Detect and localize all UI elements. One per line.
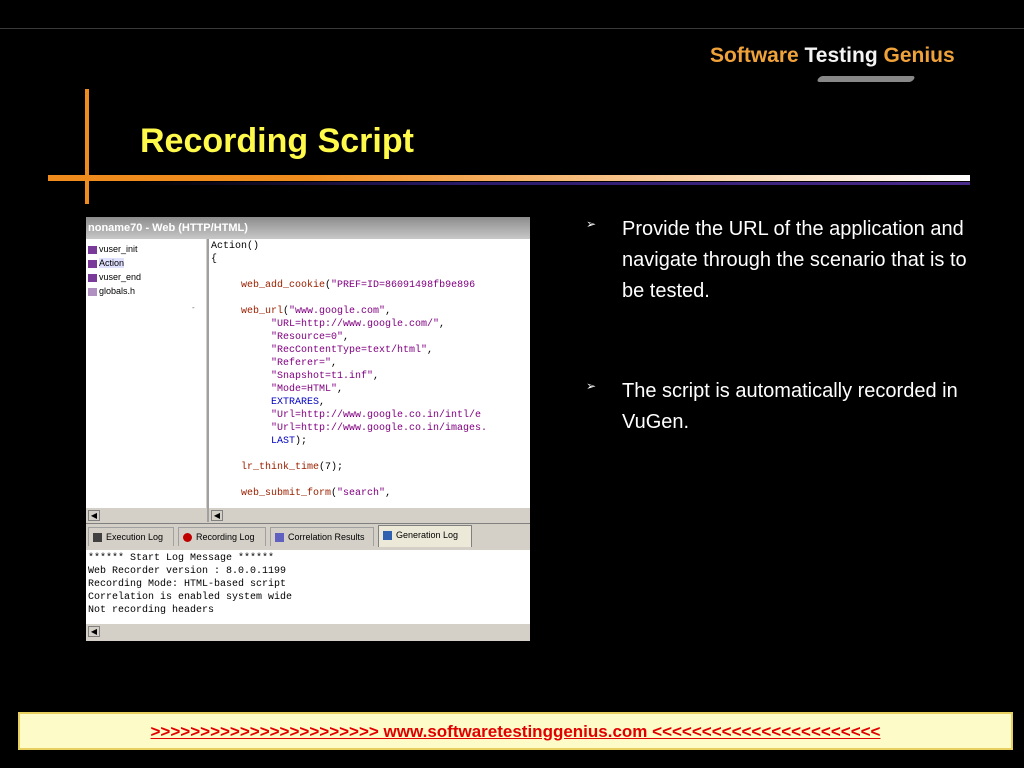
log-line: Correlation is enabled system wide: [88, 592, 293, 603]
tab-execution-log[interactable]: Execution Log: [88, 527, 174, 546]
tab-correlation-results[interactable]: Correlation Results: [270, 527, 374, 546]
title-underline-shadow: [130, 182, 970, 185]
title-underline: [48, 175, 970, 181]
bullet-text: Provide the URL of the application and n…: [622, 218, 967, 302]
vugen-screenshot: noname70 - Web (HTTP/HTML) vuser_init Ac…: [86, 217, 530, 641]
log-line: Not recording headers: [88, 605, 215, 616]
script-file-icon: [88, 259, 97, 268]
tree-scrollbar[interactable]: ◀: [86, 507, 206, 523]
logo-word-3: Genius: [883, 44, 955, 67]
tree-dash: -: [192, 303, 195, 312]
scroll-left-icon[interactable]: ◀: [88, 626, 100, 637]
log-scrollbar[interactable]: ◀: [86, 624, 530, 641]
logo-word-2: Testing: [804, 44, 878, 67]
arrow-bullet-icon: ➢: [586, 217, 597, 231]
log-line: Web Recorder version : 8.0.0.1199: [88, 566, 287, 577]
tree-item-action[interactable]: Action: [88, 256, 125, 270]
brand-logo: Software Testing Genius: [710, 44, 955, 68]
record-icon: [183, 533, 192, 543]
arrow-bullet-icon: ➢: [586, 379, 597, 393]
tree-item-globals[interactable]: globals.h: [88, 284, 135, 298]
footer-banner: >>>>>>>>>>>>>>>>>>>>>>> www.softwaretest…: [18, 712, 1013, 750]
correlation-icon: [275, 533, 284, 543]
log-icon: [93, 533, 102, 543]
title-accent-bar: [85, 89, 89, 204]
code-editor[interactable]: Action() { web_add_cookie("PREF=ID=86091…: [209, 239, 530, 507]
scroll-left-icon[interactable]: ◀: [211, 510, 223, 521]
window-title: noname70 - Web (HTTP/HTML): [86, 217, 530, 239]
log-line: ****** Start Log Message ******: [88, 553, 275, 564]
slide-title: Recording Script: [140, 122, 414, 160]
log-output[interactable]: ****** Start Log Message ****** Web Reco…: [86, 550, 530, 624]
script-file-icon: [88, 273, 97, 282]
editor-scrollbar[interactable]: ◀: [209, 507, 530, 523]
scroll-left-icon[interactable]: ◀: [88, 510, 100, 521]
script-file-icon: [88, 245, 97, 254]
logo-swoosh: [816, 76, 916, 82]
log-line: Recording Mode: HTML-based script: [88, 579, 287, 590]
script-code: Action() { web_add_cookie("PREF=ID=86091…: [211, 241, 488, 499]
footer-link[interactable]: >>>>>>>>>>>>>>>>>>>>>>> www.softwaretest…: [20, 722, 1011, 742]
logo-word-1: Software: [710, 44, 799, 67]
log-tabs: Execution Log Recording Log Correlation …: [86, 523, 530, 548]
script-tree: vuser_init Action vuser_end globals.h -: [86, 239, 206, 522]
top-divider: [0, 28, 1024, 29]
header-file-icon: [88, 287, 97, 296]
tab-generation-log[interactable]: Generation Log: [378, 525, 472, 547]
generation-icon: [383, 531, 392, 541]
tab-recording-log[interactable]: Recording Log: [178, 527, 266, 546]
tree-item-vuser-init[interactable]: vuser_init: [88, 242, 138, 256]
tree-item-vuser-end[interactable]: vuser_end: [88, 270, 141, 284]
bullet-text: The script is automatically recorded in …: [622, 380, 958, 433]
